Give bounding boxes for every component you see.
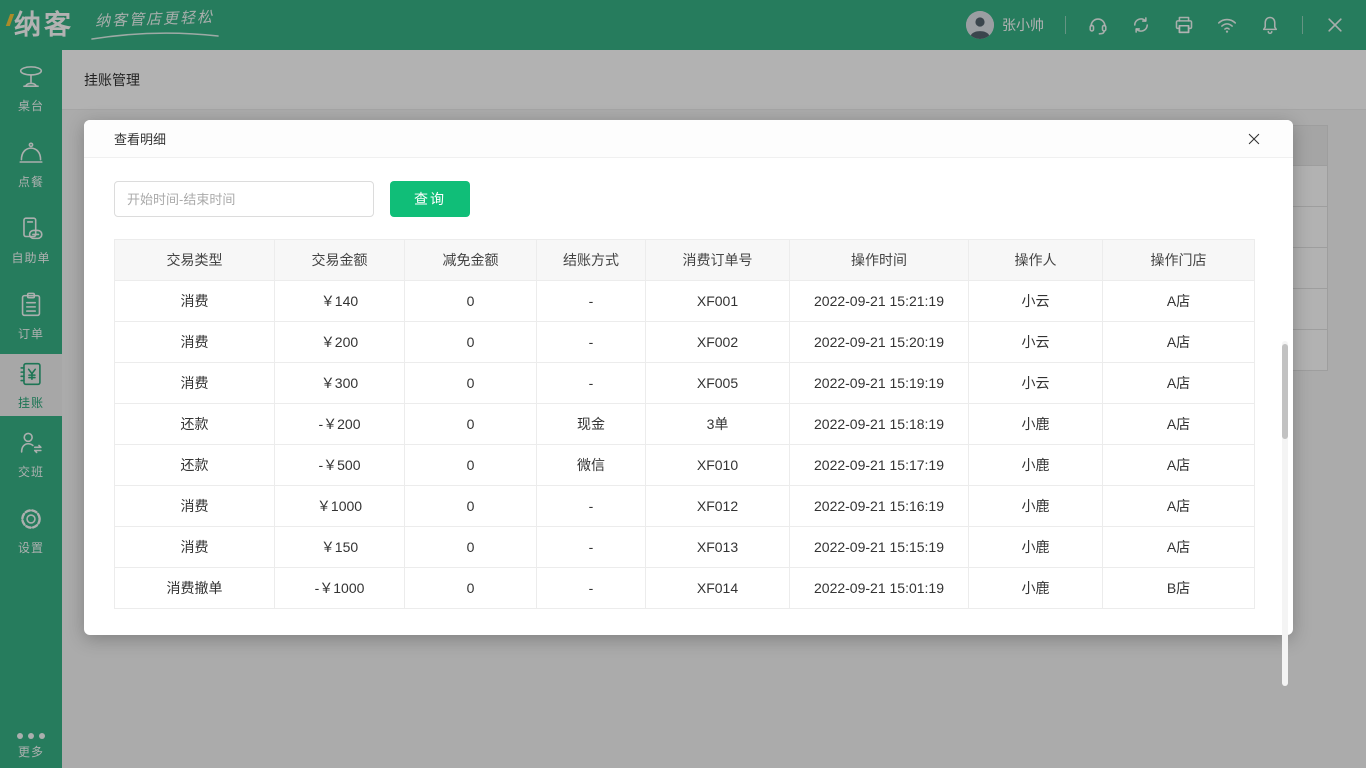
cell-discount: 0 [405, 363, 537, 404]
cell-operator: 小云 [969, 363, 1103, 404]
cell-type: 消费 [115, 486, 275, 527]
cell-type: 消费撤单 [115, 568, 275, 609]
cell-time: 2022-09-21 15:20:19 [790, 322, 969, 363]
cell-method: - [537, 322, 646, 363]
table-header-row: 交易类型 交易金额 减免金额 结账方式 消费订单号 操作时间 操作人 操作门店 [115, 240, 1255, 281]
cell-amount: -￥200 [275, 404, 405, 445]
column-header: 减免金额 [405, 240, 537, 281]
cell-discount: 0 [405, 486, 537, 527]
cell-amount: ￥300 [275, 363, 405, 404]
cell-discount: 0 [405, 568, 537, 609]
cell-discount: 0 [405, 404, 537, 445]
cell-operator: 小鹿 [969, 445, 1103, 486]
cell-store: A店 [1103, 281, 1255, 322]
cell-operator: 小鹿 [969, 404, 1103, 445]
cell-operator: 小鹿 [969, 527, 1103, 568]
column-header: 操作门店 [1103, 240, 1255, 281]
cell-amount: ￥1000 [275, 486, 405, 527]
cell-discount: 0 [405, 527, 537, 568]
cell-time: 2022-09-21 15:18:19 [790, 404, 969, 445]
table-row: 消费 ￥140 0 - XF001 2022-09-21 15:21:19 小云… [115, 281, 1255, 322]
transactions-table: 交易类型 交易金额 减免金额 结账方式 消费订单号 操作时间 操作人 操作门店 … [114, 239, 1255, 609]
cell-time: 2022-09-21 15:21:19 [790, 281, 969, 322]
table-row: 消费撤单 -￥1000 0 - XF014 2022-09-21 15:01:1… [115, 568, 1255, 609]
cell-order: XF010 [646, 445, 790, 486]
cell-type: 还款 [115, 445, 275, 486]
column-header: 交易金额 [275, 240, 405, 281]
table-row: 消费 ￥200 0 - XF002 2022-09-21 15:20:19 小云… [115, 322, 1255, 363]
modal-title: 查看明细 [114, 129, 166, 148]
column-header: 消费订单号 [646, 240, 790, 281]
cell-store: B店 [1103, 568, 1255, 609]
search-row: 查询 [114, 181, 1263, 217]
table-row: 还款 -￥200 0 现金 3单 2022-09-21 15:18:19 小鹿 … [115, 404, 1255, 445]
cell-order: XF014 [646, 568, 790, 609]
modal-header: 查看明细 [84, 120, 1293, 158]
cell-discount: 0 [405, 322, 537, 363]
cell-order: XF001 [646, 281, 790, 322]
cell-type: 消费 [115, 363, 275, 404]
app-window: 纳客 纳客管店更轻松 张小帅 [0, 0, 1366, 768]
cell-discount: 0 [405, 281, 537, 322]
cell-time: 2022-09-21 15:17:19 [790, 445, 969, 486]
column-header: 交易类型 [115, 240, 275, 281]
cell-amount: -￥1000 [275, 568, 405, 609]
table-row: 消费 ￥1000 0 - XF012 2022-09-21 15:16:19 小… [115, 486, 1255, 527]
cell-amount: ￥150 [275, 527, 405, 568]
cell-operator: 小云 [969, 322, 1103, 363]
cell-order: XF005 [646, 363, 790, 404]
cell-discount: 0 [405, 445, 537, 486]
cell-time: 2022-09-21 15:15:19 [790, 527, 969, 568]
cell-time: 2022-09-21 15:01:19 [790, 568, 969, 609]
cell-method: - [537, 363, 646, 404]
cell-store: A店 [1103, 445, 1255, 486]
modal-scrollbar[interactable] [1282, 341, 1288, 686]
cell-method: 微信 [537, 445, 646, 486]
cell-store: A店 [1103, 527, 1255, 568]
cell-order: XF013 [646, 527, 790, 568]
table-row: 消费 ￥300 0 - XF005 2022-09-21 15:19:19 小云… [115, 363, 1255, 404]
cell-amount: -￥500 [275, 445, 405, 486]
cell-type: 消费 [115, 281, 275, 322]
cell-order: XF012 [646, 486, 790, 527]
column-header: 结账方式 [537, 240, 646, 281]
column-header: 操作人 [969, 240, 1103, 281]
date-range-input[interactable] [114, 181, 374, 217]
cell-operator: 小云 [969, 281, 1103, 322]
cell-operator: 小鹿 [969, 486, 1103, 527]
cell-type: 还款 [115, 404, 275, 445]
cell-store: A店 [1103, 363, 1255, 404]
cell-method: - [537, 527, 646, 568]
cell-operator: 小鹿 [969, 568, 1103, 609]
cell-method: - [537, 281, 646, 322]
cell-time: 2022-09-21 15:16:19 [790, 486, 969, 527]
cell-amount: ￥140 [275, 281, 405, 322]
cell-method: - [537, 568, 646, 609]
cell-method: - [537, 486, 646, 527]
query-button[interactable]: 查询 [390, 181, 470, 217]
cell-type: 消费 [115, 527, 275, 568]
modal-body: 查询 交易类型 交易金额 减免金额 结账方式 消费订单号 操作时间 操作人 [84, 181, 1293, 609]
modal-scrollbar-thumb[interactable] [1282, 344, 1288, 439]
cell-method: 现金 [537, 404, 646, 445]
table-row: 消费 ￥150 0 - XF013 2022-09-21 15:15:19 小鹿… [115, 527, 1255, 568]
cell-store: A店 [1103, 404, 1255, 445]
cell-type: 消费 [115, 322, 275, 363]
column-header: 操作时间 [790, 240, 969, 281]
cell-amount: ￥200 [275, 322, 405, 363]
modal-close-icon[interactable] [1245, 130, 1263, 148]
cell-store: A店 [1103, 486, 1255, 527]
cell-order: XF002 [646, 322, 790, 363]
cell-time: 2022-09-21 15:19:19 [790, 363, 969, 404]
cell-store: A店 [1103, 322, 1255, 363]
table-row: 还款 -￥500 0 微信 XF010 2022-09-21 15:17:19 … [115, 445, 1255, 486]
detail-modal: 查看明细 查询 交易类型 交易金额 [84, 120, 1293, 635]
cell-order-link[interactable]: 3单 [646, 404, 790, 445]
